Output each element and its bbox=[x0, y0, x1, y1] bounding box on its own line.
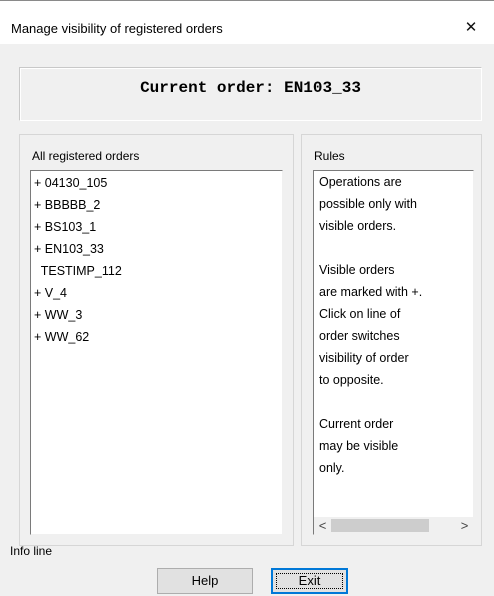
rule-line: order switches bbox=[319, 329, 400, 343]
exit-button[interactable]: Exit bbox=[271, 568, 348, 594]
horizontal-scrollbar[interactable]: < > bbox=[314, 517, 473, 534]
rule-line: Current order bbox=[319, 417, 394, 431]
window-border bbox=[0, 0, 494, 1]
rule-line: may be visible bbox=[319, 439, 399, 453]
list-item[interactable]: TESTIMP_112 bbox=[31, 260, 282, 282]
list-item[interactable]: + WW_3 bbox=[31, 304, 282, 326]
window-title: Manage visibility of registered orders bbox=[11, 21, 223, 36]
rules-group-label: Rules bbox=[314, 149, 345, 163]
orders-list[interactable]: + 04130_105 + BBBBB_2 + BS103_1 + EN103_… bbox=[30, 170, 283, 535]
list-item[interactable]: + BBBBB_2 bbox=[31, 194, 282, 216]
list-item[interactable]: + EN103_33 bbox=[31, 238, 282, 260]
rule-line bbox=[314, 391, 473, 413]
rule-line: visibility of order bbox=[319, 351, 409, 365]
rules-text-box[interactable]: Operations are possible only with visibl… bbox=[313, 170, 474, 535]
list-item[interactable]: + 04130_105 bbox=[31, 172, 282, 194]
info-line: Info line bbox=[10, 544, 53, 558]
focus-rect bbox=[276, 573, 343, 589]
rule-line: Click on line of bbox=[319, 307, 401, 321]
rule-line: are marked with +. bbox=[319, 285, 423, 299]
rule-line: to opposite. bbox=[319, 373, 384, 387]
rule-line: Visible orders bbox=[319, 263, 395, 277]
help-button[interactable]: Help bbox=[157, 568, 253, 594]
list-item[interactable]: + WW_62 bbox=[31, 326, 282, 348]
rule-line: Operations are bbox=[319, 175, 402, 189]
rule-line: visible orders. bbox=[319, 219, 397, 233]
current-order-display: Current order: EN103_33 bbox=[19, 67, 482, 121]
close-icon[interactable]: ✕ bbox=[448, 12, 494, 44]
title-bar: Manage visibility of registered orders ✕ bbox=[0, 0, 494, 44]
rule-line: possible only with bbox=[319, 197, 417, 211]
rule-line bbox=[314, 237, 473, 259]
scroll-left-icon[interactable]: < bbox=[314, 517, 331, 534]
list-item[interactable]: + V_4 bbox=[31, 282, 282, 304]
rule-line: only. bbox=[319, 461, 345, 475]
orders-group-label: All registered orders bbox=[32, 149, 140, 163]
scroll-thumb[interactable] bbox=[331, 519, 429, 532]
list-item[interactable]: + BS103_1 bbox=[31, 216, 282, 238]
scroll-right-icon[interactable]: > bbox=[456, 517, 473, 534]
